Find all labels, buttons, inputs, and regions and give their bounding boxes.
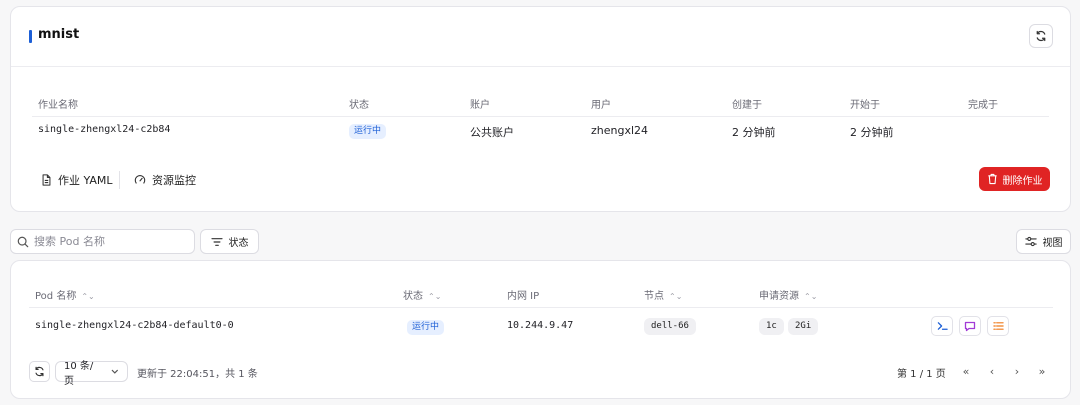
refresh-icon bbox=[1036, 30, 1046, 42]
pod-header-divider bbox=[29, 307, 1053, 308]
chevron-down-icon bbox=[111, 369, 119, 374]
sort-icon: ⌃⌄ bbox=[804, 292, 818, 301]
job-status-badge: 运行中 bbox=[349, 123, 387, 139]
file-icon bbox=[42, 174, 51, 186]
terminal-icon bbox=[937, 322, 948, 330]
job-started: 2 分钟前 bbox=[850, 126, 894, 139]
pod-search-input[interactable] bbox=[34, 235, 184, 248]
col-status: 状态 bbox=[349, 100, 369, 111]
job-card: mnist 作业名称 状态 账户 用户 创建于 开始于 完成于 single-z… bbox=[10, 6, 1071, 212]
col-started: 开始于 bbox=[850, 100, 880, 111]
pod-node-chip: dell-66 bbox=[644, 318, 696, 335]
page-info: 第 1 / 1 页 bbox=[897, 369, 946, 380]
next-page-button[interactable]: › bbox=[1007, 361, 1027, 381]
pod-table-card: Pod 名称 ⌃⌄ 状态 ⌃⌄ 内网 IP 节点 ⌃⌄ 申请资源 ⌃⌄ single-z… bbox=[10, 260, 1071, 399]
page-size-select[interactable]: 10 条/页 bbox=[55, 361, 128, 387]
refresh-icon bbox=[35, 366, 44, 377]
job-name: single-zhengxl24-c2b84 bbox=[38, 124, 171, 135]
chevron-left-icon: ‹ bbox=[989, 364, 995, 378]
sort-icon: ⌃⌄ bbox=[669, 292, 683, 301]
pod-ip: 10.244.9.47 bbox=[507, 320, 574, 331]
job-account: 公共账户 bbox=[470, 126, 514, 139]
col-user: 用户 bbox=[591, 100, 611, 111]
logs-button[interactable] bbox=[959, 316, 981, 336]
pod-cpu-chip: 1c bbox=[759, 318, 784, 335]
actions-divider bbox=[119, 171, 120, 189]
job-yaml-button[interactable]: 作业 YAML bbox=[41, 172, 113, 188]
double-chevron-left-icon: « bbox=[962, 364, 970, 378]
chevron-right-icon: › bbox=[1014, 364, 1020, 378]
sort-icon: ⌃⌄ bbox=[428, 292, 442, 301]
col-job-name: 作业名称 bbox=[38, 100, 78, 111]
col-pod-name[interactable]: Pod 名称 ⌃⌄ bbox=[35, 287, 95, 302]
delete-job-button[interactable]: 删除作业 bbox=[979, 167, 1050, 191]
table-header-divider bbox=[32, 116, 1049, 117]
col-pod-resources[interactable]: 申请资源 ⌃⌄ bbox=[759, 287, 817, 302]
status-filter-button[interactable]: 状态 bbox=[200, 229, 259, 254]
header-divider bbox=[11, 66, 1070, 67]
job-title: mnist bbox=[38, 27, 80, 42]
table-refresh-button[interactable] bbox=[29, 361, 50, 382]
col-pod-status[interactable]: 状态 ⌃⌄ bbox=[403, 287, 441, 302]
col-completed: 完成于 bbox=[968, 100, 998, 111]
sliders-icon bbox=[1024, 236, 1037, 247]
terminal-button[interactable] bbox=[931, 316, 953, 336]
pod-status-badge: 运行中 bbox=[407, 319, 445, 335]
refresh-button[interactable] bbox=[1029, 24, 1053, 48]
sort-icon: ⌃⌄ bbox=[81, 292, 95, 301]
double-chevron-right-icon: » bbox=[1038, 364, 1046, 378]
updated-text: 更新于 22:04:51，共 1 条 bbox=[137, 369, 258, 380]
message-icon bbox=[964, 321, 976, 331]
first-page-button[interactable]: « bbox=[956, 361, 976, 381]
pod-mem-chip: 2Gi bbox=[788, 318, 819, 335]
last-page-button[interactable]: » bbox=[1032, 361, 1052, 381]
filter-icon bbox=[210, 237, 223, 246]
col-pod-node[interactable]: 节点 ⌃⌄ bbox=[644, 287, 682, 302]
col-account: 账户 bbox=[470, 100, 490, 111]
pod-search-box[interactable] bbox=[10, 229, 195, 254]
job-user: zhengxl24 bbox=[591, 124, 649, 137]
gauge-icon bbox=[134, 175, 146, 184]
trash-icon bbox=[987, 173, 997, 185]
title-accent-bar bbox=[29, 30, 32, 43]
job-created: 2 分钟前 bbox=[732, 126, 776, 139]
col-pod-ip: 内网 IP bbox=[507, 291, 540, 302]
list-icon bbox=[992, 322, 1004, 330]
pod-name: single-zhengxl24-c2b84-default0-0 bbox=[35, 320, 234, 331]
view-button[interactable]: 视图 bbox=[1016, 229, 1071, 254]
resource-monitor-button[interactable]: 资源监控 bbox=[134, 172, 196, 188]
search-icon bbox=[17, 236, 29, 247]
prev-page-button[interactable]: ‹ bbox=[982, 361, 1002, 381]
details-button[interactable] bbox=[987, 316, 1009, 336]
col-created: 创建于 bbox=[732, 100, 762, 111]
